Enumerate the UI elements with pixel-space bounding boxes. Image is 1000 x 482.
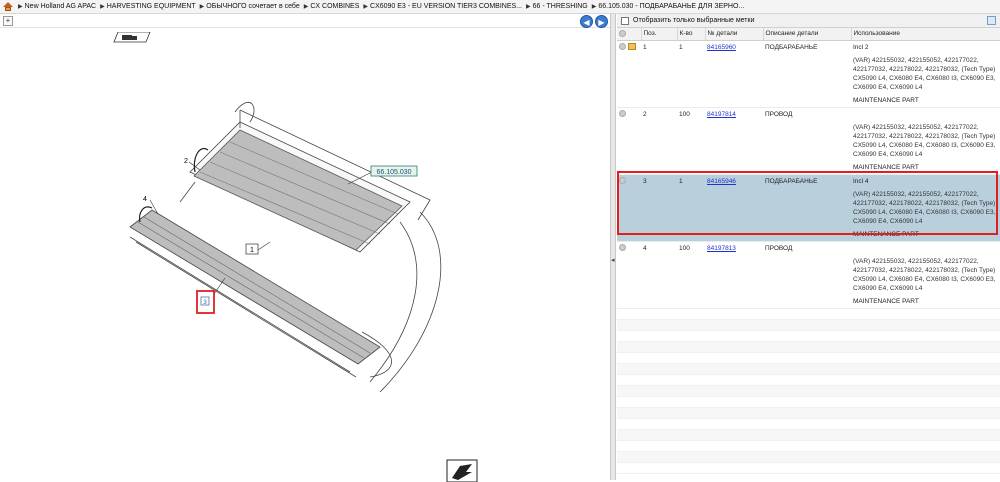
table-row[interactable]: 4 100 84197813 ПРОВОД bbox=[617, 241, 1000, 255]
filter-bar: Отобразить только выбранные метки bbox=[617, 14, 1000, 28]
breadcrumb-item[interactable]: ▶ HARVESTING EQUIPMENT bbox=[98, 3, 198, 10]
row-qty: 1 bbox=[677, 174, 705, 188]
part-number-link[interactable]: 84197814 bbox=[707, 111, 736, 118]
part-number-link[interactable]: 84165960 bbox=[707, 44, 736, 51]
table-row[interactable]: 1 1 84165960 ПОДБАРАБАНЬЕ Incl 2 bbox=[617, 40, 1000, 54]
row-maintenance: MAINTENANCE PART bbox=[851, 294, 1000, 309]
row-qty: 100 bbox=[679, 110, 690, 118]
home-icon[interactable] bbox=[3, 1, 13, 12]
row-qty: 100 bbox=[679, 244, 690, 252]
row-description: ПРОВОД bbox=[765, 110, 793, 118]
next-button[interactable]: ▶ bbox=[595, 15, 608, 28]
row-select-icon[interactable] bbox=[619, 177, 626, 185]
row-description: ПОДБАРАБАНЬЕ bbox=[765, 43, 818, 51]
callout-4[interactable]: 4 bbox=[143, 196, 147, 203]
table-row-detail: MAINTENANCE PART bbox=[617, 294, 1000, 309]
add-icon[interactable]: + bbox=[3, 16, 13, 26]
breadcrumb-item[interactable]: ▶ 66 - THRESHING bbox=[524, 3, 590, 10]
diagram-toolbar: + ◀ ▶ bbox=[0, 14, 610, 28]
breadcrumb-item[interactable]: ▶ New Holland AG APAC bbox=[16, 3, 98, 10]
parts-table: Поз. К-во № детали Описание детали Испол… bbox=[617, 28, 1000, 309]
table-row[interactable]: 2 100 84197814 ПРОВОД bbox=[617, 107, 1000, 121]
pane-splitter[interactable]: ◂ bbox=[610, 14, 616, 480]
header-description[interactable]: Описание детали bbox=[763, 28, 852, 41]
callout-2[interactable]: 2 bbox=[184, 158, 188, 165]
breadcrumb-item[interactable]: ▶ CX6090 E3 - EU VERSION TIER3 COMBINES..… bbox=[361, 3, 524, 10]
options-icon[interactable] bbox=[987, 16, 996, 25]
row-pos: 1 bbox=[643, 43, 647, 51]
row-description: ПРОВОД bbox=[765, 244, 793, 252]
table-header: Поз. К-во № детали Описание детали Испол… bbox=[617, 28, 1000, 41]
row-note: (VAR) 422155032, 422155052, 422177022, 4… bbox=[853, 257, 996, 292]
empty-rows bbox=[617, 309, 1000, 474]
parts-pane: Отобразить только выбранные метки Поз. К… bbox=[617, 14, 1000, 480]
row-usage: Incl 4 bbox=[851, 174, 1000, 188]
header-select[interactable] bbox=[617, 28, 642, 41]
callout-3-highlighted[interactable]: 3 bbox=[196, 290, 215, 314]
diagram-ref-label: 66.105.030 bbox=[376, 169, 411, 176]
row-select-icon[interactable] bbox=[619, 43, 626, 51]
truck-icon[interactable] bbox=[113, 32, 151, 43]
breadcrumb-item-label[interactable]: HARVESTING EQUIPMENT bbox=[107, 3, 196, 10]
row-qty: 1 bbox=[679, 43, 683, 51]
row-note: (VAR) 422155032, 422155052, 422177022, 4… bbox=[853, 123, 996, 158]
header-pos[interactable]: Поз. bbox=[641, 28, 678, 41]
part-number-link[interactable]: 84165946 bbox=[707, 178, 736, 185]
table-row-detail: (VAR) 422155032, 422155052, 422177022, 4… bbox=[617, 255, 1000, 295]
part-number-link[interactable]: 84197813 bbox=[707, 245, 736, 252]
select-all-icon[interactable] bbox=[619, 30, 626, 38]
table-row-detail: MAINTENANCE PART bbox=[617, 227, 1000, 242]
collapse-icon[interactable]: ◂ bbox=[611, 254, 615, 268]
export-icon[interactable] bbox=[446, 459, 478, 482]
row-note: (VAR) 422155032, 422155052, 422177022, 4… bbox=[853, 56, 996, 91]
diagram-pane: + ◀ ▶ 66.105.030 1 2 4 3 bbox=[0, 14, 610, 482]
callout-1[interactable]: 1 bbox=[245, 243, 259, 255]
row-pos: 3 bbox=[641, 174, 677, 188]
callout-label: 1 bbox=[250, 247, 254, 254]
table-row-detail: MAINTENANCE PART bbox=[617, 160, 1000, 175]
row-usage bbox=[851, 107, 1000, 121]
diagram-ref-callout[interactable]: 66.105.030 bbox=[370, 165, 418, 177]
package-icon bbox=[628, 43, 636, 51]
header-part-number[interactable]: № детали bbox=[705, 28, 764, 41]
row-maintenance: MAINTENANCE PART bbox=[851, 160, 1000, 175]
breadcrumb-item[interactable]: ▶ 66.105.030 - ПОДБАРАБАНЬЕ ДЛЯ ЗЕРНО... bbox=[590, 3, 747, 10]
row-usage: Incl 2 bbox=[853, 43, 869, 51]
row-pos: 2 bbox=[643, 110, 647, 118]
header-usage[interactable]: Использование bbox=[851, 28, 1000, 41]
table-row-detail: (VAR) 422155032, 422155052, 422177022, 4… bbox=[617, 54, 1000, 94]
table-row-detail: MAINTENANCE PART bbox=[617, 93, 1000, 108]
filter-label: Отобразить только выбранные метки bbox=[633, 17, 755, 24]
breadcrumb-item-label[interactable]: ОБЫЧНОГО сочетает в себе bbox=[206, 3, 299, 10]
breadcrumb-item-label[interactable]: New Holland AG APAC bbox=[25, 3, 96, 10]
table-row-selected[interactable]: 3 1 84165946 ПОДБАРАБАНЬЕ Incl 4 bbox=[617, 174, 1000, 188]
breadcrumb: ▶ New Holland AG APAC ▶ HARVESTING EQUIPME… bbox=[0, 0, 1000, 14]
previous-button[interactable]: ◀ bbox=[580, 15, 593, 28]
row-maintenance: MAINTENANCE PART bbox=[851, 93, 1000, 108]
row-select-icon[interactable] bbox=[619, 244, 626, 252]
breadcrumb-item-label[interactable]: 66 - THRESHING bbox=[533, 3, 588, 10]
row-maintenance: MAINTENANCE PART bbox=[851, 227, 1000, 242]
breadcrumb-item-label[interactable]: CX6090 E3 - EU VERSION TIER3 COMBINES... bbox=[370, 3, 522, 10]
show-selected-checkbox[interactable] bbox=[621, 16, 629, 25]
breadcrumb-item-label[interactable]: 66.105.030 - ПОДБАРАБАНЬЕ ДЛЯ ЗЕРНО... bbox=[598, 3, 744, 10]
breadcrumb-item[interactable]: ▶ CX COMBINES bbox=[302, 3, 362, 10]
breadcrumb-item[interactable]: ▶ ОБЫЧНОГО сочетает в себе bbox=[198, 3, 302, 10]
row-description: ПОДБАРАБАНЬЕ bbox=[763, 174, 851, 188]
row-pos: 4 bbox=[643, 244, 647, 252]
header-qty[interactable]: К-во bbox=[677, 28, 706, 41]
row-note: (VAR) 422155032, 422155052, 422177022, 4… bbox=[851, 187, 1000, 228]
row-usage bbox=[851, 241, 1000, 255]
row-select-icon[interactable] bbox=[619, 110, 626, 118]
table-row-detail: (VAR) 422155032, 422155052, 422177022, 4… bbox=[617, 121, 1000, 161]
table-row-detail: (VAR) 422155032, 422155052, 422177022, 4… bbox=[617, 187, 1000, 228]
breadcrumb-item-label[interactable]: CX COMBINES bbox=[310, 3, 359, 10]
parts-diagram: 66.105.030 1 2 4 3 bbox=[113, 32, 478, 482]
